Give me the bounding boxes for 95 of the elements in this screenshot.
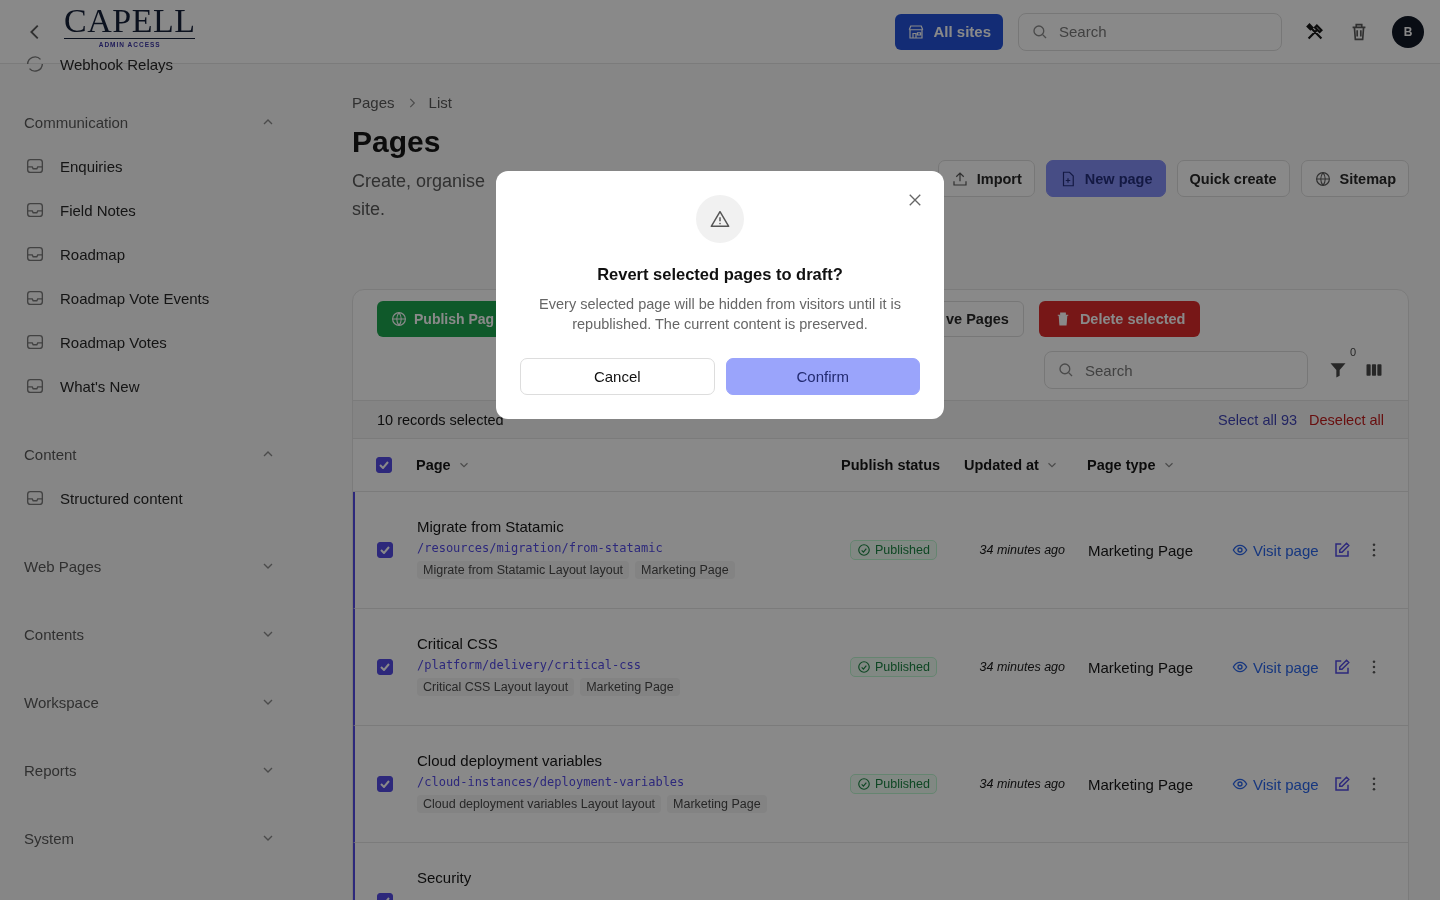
page-action-button[interactable]: Import [937, 160, 1035, 197]
page-name: Critical CSS [417, 635, 498, 652]
visit-page-link[interactable]: Visit page [1232, 775, 1319, 793]
page-type: Marketing Page [1088, 658, 1194, 676]
logo-wordmark: CAPELL [64, 3, 196, 39]
warning-icon [696, 195, 744, 243]
sidebar-item[interactable]: Webhook Relays [24, 52, 174, 76]
page-type: Marketing Page [1088, 541, 1194, 559]
edit-icon[interactable] [1332, 775, 1351, 793]
search-icon [1031, 22, 1049, 41]
page-tag: Migrate from Statamic Layout layout [417, 561, 630, 579]
sidebar-item[interactable]: Field Notes [24, 188, 280, 232]
select-all-checkbox[interactable] [376, 457, 392, 473]
dialog-message: Every selected page will be hidden from visitors until it is republished. The current content is preserved. [538, 295, 902, 334]
column-header[interactable]: Page [416, 457, 471, 473]
globe-icon [390, 310, 408, 328]
eye-icon [1232, 776, 1248, 792]
page-name: Migrate from Statamic [417, 518, 564, 535]
sidebar-group-header[interactable]: Web Pages [24, 544, 280, 588]
table-row[interactable]: Security [353, 843, 1408, 900]
sidebar-group-header[interactable]: Content [24, 432, 280, 476]
sidebar-item[interactable]: What's New [24, 364, 280, 408]
selection-count: 10 records selected [377, 411, 504, 428]
eye-icon [1232, 542, 1248, 558]
edit-icon[interactable] [1332, 658, 1351, 676]
page-path: /cloud-instances/deployment-variables [417, 775, 685, 789]
page-description: site. [352, 198, 385, 221]
check-circle-icon [857, 659, 871, 674]
visit-page-link[interactable]: Visit page [1232, 658, 1319, 676]
status-badge: Published [850, 656, 937, 677]
page-path: /platform/delivery/critical-css [417, 658, 641, 672]
sidebar-item[interactable]: Structured content [24, 476, 280, 520]
confirm-button[interactable]: Confirm [725, 358, 920, 395]
status-badge: Published [850, 773, 937, 794]
checkmark-icon [380, 780, 390, 788]
globe-icon [1313, 169, 1332, 188]
user-avatar[interactable]: B [1392, 15, 1424, 48]
sidebar-group-header[interactable]: Reports [24, 748, 280, 792]
page-action-button[interactable]: Quick create [1176, 160, 1290, 197]
page-tag: Cloud deployment variables Layout layout [417, 795, 662, 813]
dialog-title: Revert selected pages to draft? [597, 265, 843, 284]
row-checkbox[interactable] [377, 776, 393, 792]
sidebar-item[interactable]: Roadmap Vote Events [24, 276, 280, 320]
sidebar-group-header[interactable]: Contents [24, 612, 280, 656]
sidebar-item[interactable]: Roadmap [24, 232, 280, 276]
sidebar-group-header[interactable]: System [24, 816, 280, 860]
sidebar-group-header[interactable]: Communication [24, 100, 280, 144]
sidebar-group-header[interactable]: Workspace [24, 680, 280, 724]
table-row[interactable]: Critical CSS /platform/delivery/critical-css Critical CSS Layout layout Marketing Page Published 34 minutes ago Marketing Page Visit page [353, 609, 1408, 726]
select-all-link[interactable]: Select all 93 [1218, 411, 1298, 428]
page-tag: Critical CSS Layout layout [417, 678, 575, 696]
checkmark-icon [380, 663, 390, 671]
all-sites-button[interactable]: All sites [895, 13, 1003, 50]
status-badge: Published [850, 539, 937, 560]
page-tag: Marketing Page [667, 795, 767, 813]
page-path: /resources/migration/from-statamic [417, 541, 663, 555]
column-header[interactable]: Updated at [964, 457, 1059, 473]
page-name: Security [417, 869, 472, 886]
sidebar-item[interactable]: Roadmap Votes [24, 320, 280, 364]
page-tag: Marketing Page [635, 561, 735, 579]
table-row[interactable]: Cloud deployment variables /cloud-instances/deployment-variables Cloud deployment variables Layout layout Marketing Page Published 34 minutes ago Marketing Page Visit page [353, 726, 1408, 843]
row-checkbox[interactable] [377, 542, 393, 558]
sidebar-item[interactable]: Enquiries [24, 144, 280, 188]
check-circle-icon [857, 542, 871, 557]
cancel-button[interactable]: Cancel [520, 358, 715, 395]
bulk-action-button[interactable]: Delete selected [1038, 301, 1201, 337]
row-checkbox[interactable] [377, 659, 393, 675]
filter-count: 0 [1349, 346, 1356, 358]
page-name: Cloud deployment variables [417, 752, 603, 769]
breadcrumb-link[interactable]: Pages [352, 94, 395, 111]
visit-page-link[interactable]: Visit page [1232, 541, 1319, 559]
page-description: Create, organise [352, 170, 486, 193]
page-tag: Marketing Page [580, 678, 680, 696]
eye-icon [1232, 659, 1248, 675]
search-field[interactable]: Search [1018, 12, 1282, 51]
store-icon [907, 22, 926, 41]
column-header[interactable]: Publish status [841, 457, 941, 473]
breadcrumb-link[interactable]: List [428, 94, 452, 111]
updated-time: 34 minutes ago [979, 777, 1065, 791]
check-circle-icon [857, 776, 871, 791]
page-action-button[interactable]: Sitemap [1300, 160, 1409, 197]
deselect-all-link[interactable]: Deselect all [1309, 411, 1384, 428]
page-type: Marketing Page [1088, 775, 1194, 793]
refresh-icon [24, 53, 46, 75]
checkmark-icon [379, 461, 389, 469]
filter-icon[interactable] [1328, 360, 1348, 380]
checkmark-icon [380, 546, 390, 554]
page-title: Pages [352, 125, 441, 159]
column-header[interactable]: Page type [1087, 457, 1176, 473]
edit-icon[interactable] [1332, 541, 1351, 559]
search-icon [1057, 361, 1075, 379]
updated-time: 34 minutes ago [979, 660, 1065, 674]
table-search-field[interactable]: Search [1044, 351, 1308, 389]
updated-time: 34 minutes ago [979, 543, 1065, 557]
table-row[interactable]: Migrate from Statamic /resources/migration/from-statamic Migrate from Statamic Layout layout Marketing Page Published 34 minutes ago Marketing Page Visit page [353, 492, 1408, 609]
